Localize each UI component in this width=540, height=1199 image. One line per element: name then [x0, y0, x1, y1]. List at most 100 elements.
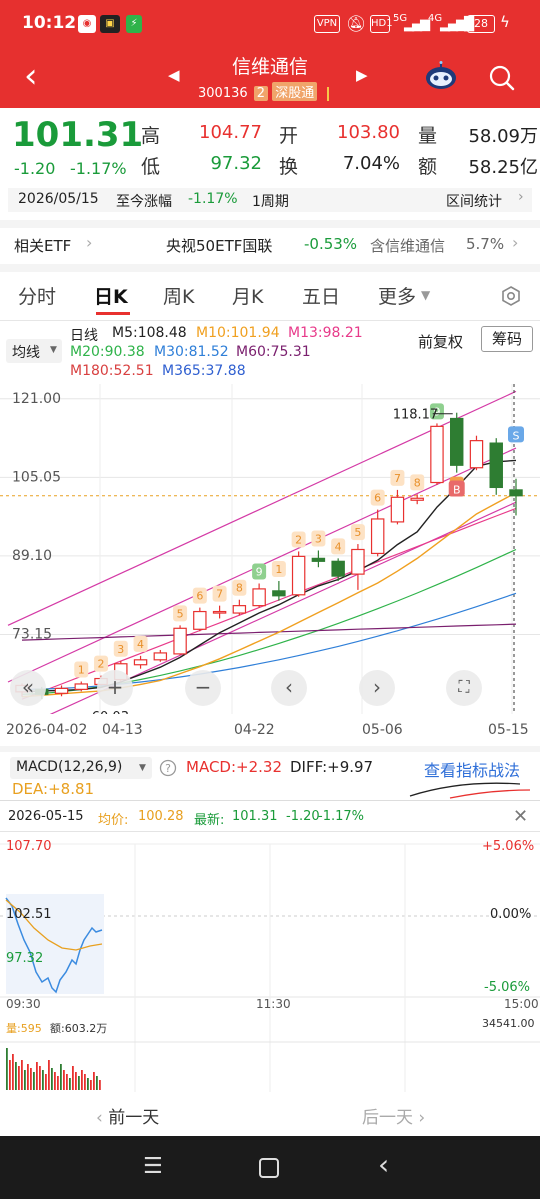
etf-name: 央视50ETF国联 — [166, 237, 273, 255]
ma-label: M60:75.31 — [236, 344, 311, 360]
high-value: 104.77 — [199, 122, 262, 143]
volume-bar — [39, 1066, 41, 1090]
avg-price: 100.28 — [138, 809, 184, 824]
interval-stats[interactable]: 区间统计 — [446, 191, 502, 211]
macd-selector[interactable]: MACD(12,26,9) ▼ — [10, 757, 152, 779]
tab-five-day[interactable]: 五日 — [302, 282, 340, 309]
next-day-button[interactable]: 后一天 › — [362, 1103, 462, 1128]
scroll-right-icon[interactable]: › — [359, 670, 395, 706]
candle-body — [410, 497, 424, 501]
scroll-left-icon[interactable]: ‹ — [271, 670, 307, 706]
intraday-price-mid: 102.51 — [6, 907, 52, 922]
volume-bar — [42, 1070, 44, 1090]
candle-body — [291, 555, 306, 596]
intraday-chart[interactable] — [0, 832, 540, 1092]
fullscreen-icon[interactable]: ⛶ — [446, 670, 482, 706]
sequence-label: 1 — [275, 563, 282, 576]
chips-button[interactable]: 筹码 — [481, 326, 533, 352]
sequence-badge: 9 — [252, 563, 267, 580]
candle-body — [153, 652, 168, 661]
amount-value: 58.25亿 — [468, 157, 538, 178]
volume-bar — [12, 1054, 14, 1090]
tab-underline — [96, 312, 130, 315]
volume-bar — [27, 1064, 29, 1090]
home-icon[interactable] — [259, 1158, 279, 1178]
svg-text:?: ? — [165, 762, 171, 775]
candle-body — [370, 518, 385, 555]
vpn-indicator: VPN — [314, 15, 340, 33]
candle-body — [252, 588, 266, 607]
candle-body — [212, 610, 227, 614]
back-nav-icon[interactable]: ‹ — [378, 1148, 389, 1181]
x-tick: 04-13 — [102, 722, 143, 738]
candle-body — [193, 610, 207, 630]
adjust-label[interactable]: 前复权 — [418, 331, 463, 352]
volume-bar — [66, 1074, 68, 1090]
volume-bar — [48, 1060, 50, 1090]
sequence-label: 2 — [295, 533, 302, 546]
kline-svg: 1234567891234567891BS121.00105.0589.1073… — [0, 384, 540, 735]
volume-bar — [84, 1074, 86, 1090]
amount-label: 额:603.2万 — [50, 1022, 108, 1035]
zoom-out-icon[interactable]: − — [185, 670, 221, 706]
latest-price: 101.31 — [232, 809, 278, 824]
volume-bar — [51, 1068, 53, 1090]
buy-label: B — [453, 484, 461, 497]
amount-label: 额 — [418, 156, 438, 178]
intraday-price-high: 107.70 — [6, 839, 52, 854]
volume-bar — [18, 1066, 20, 1090]
search-icon[interactable] — [488, 64, 516, 92]
candle-body — [430, 425, 444, 484]
sequence-badge: 2 — [94, 655, 109, 672]
settings-icon[interactable] — [500, 285, 522, 307]
tab-more[interactable]: 更多 — [378, 282, 416, 309]
candle-body — [173, 627, 187, 655]
candle-body — [54, 687, 69, 694]
turnover-value: 7.04% — [342, 153, 400, 174]
separator — [0, 320, 540, 321]
prev-day-button[interactable]: ‹ 前一天 — [96, 1103, 196, 1128]
ma-label: M5:108.48 — [112, 325, 187, 341]
candle-body — [311, 557, 326, 562]
robot-assistant-icon[interactable] — [424, 61, 458, 91]
channel-line — [7, 501, 517, 735]
volume-bar — [33, 1072, 35, 1090]
tab-monthly-k[interactable]: 月K — [232, 282, 263, 309]
low-value: 97.32 — [210, 153, 262, 174]
candle-body — [232, 605, 247, 614]
etf-row[interactable]: 相关ETF › 央视50ETF国联 -0.53% 含信维通信 5.7% › — [0, 228, 540, 262]
tab-weekly-k[interactable]: 周K — [163, 282, 194, 309]
tab-daily-k[interactable]: 日K — [94, 282, 128, 309]
market-badge: 深股通 — [272, 82, 318, 101]
sequence-label: 6 — [196, 590, 203, 603]
volume-bar — [99, 1080, 101, 1090]
collapse-left-icon[interactable]: « — [10, 670, 46, 706]
tab-timeshare[interactable]: 分时 — [18, 282, 56, 309]
indicator-selector[interactable]: 均线 ▼ — [6, 339, 62, 363]
period-row[interactable]: 2026/05/15 至今涨幅 -1.17% 1周期 区间统计 › — [8, 188, 532, 212]
kline-chart[interactable]: 1234567891234567891BS121.00105.0589.1073… — [0, 384, 540, 735]
zoom-in-icon[interactable]: + — [97, 670, 133, 706]
next-stock-icon[interactable]: ▶ — [356, 66, 368, 84]
sequence-badge: 7 — [390, 469, 405, 486]
period-unit: 1周期 — [252, 194, 289, 210]
sequence-label: 5 — [177, 607, 184, 620]
intraday-price-low: 97.32 — [6, 951, 44, 966]
info-icon[interactable]: ? — [159, 759, 177, 777]
charging-icon: ϟ — [500, 13, 510, 31]
volume-bar — [24, 1070, 26, 1090]
sequence-label: 8 — [414, 476, 421, 489]
next-day-label: 后一天 — [362, 1108, 413, 1128]
sequence-badge: 8 — [232, 579, 247, 596]
intraday-pct-mid: 0.00% — [490, 907, 532, 922]
candle-body — [331, 560, 345, 577]
current-price: 101.31 — [12, 115, 144, 155]
close-icon[interactable]: ✕ — [513, 806, 528, 827]
signal-icon: ▂▄▆ — [404, 17, 430, 32]
volume-bar — [30, 1068, 32, 1090]
ma-label: M13:98.21 — [288, 325, 363, 341]
caret-down-icon: ▼ — [139, 763, 146, 773]
mute-icon: 🔕︎ — [346, 14, 367, 33]
green-app-icon: ⚡ — [126, 15, 142, 33]
menu-icon[interactable]: ☰ — [143, 1154, 163, 1179]
